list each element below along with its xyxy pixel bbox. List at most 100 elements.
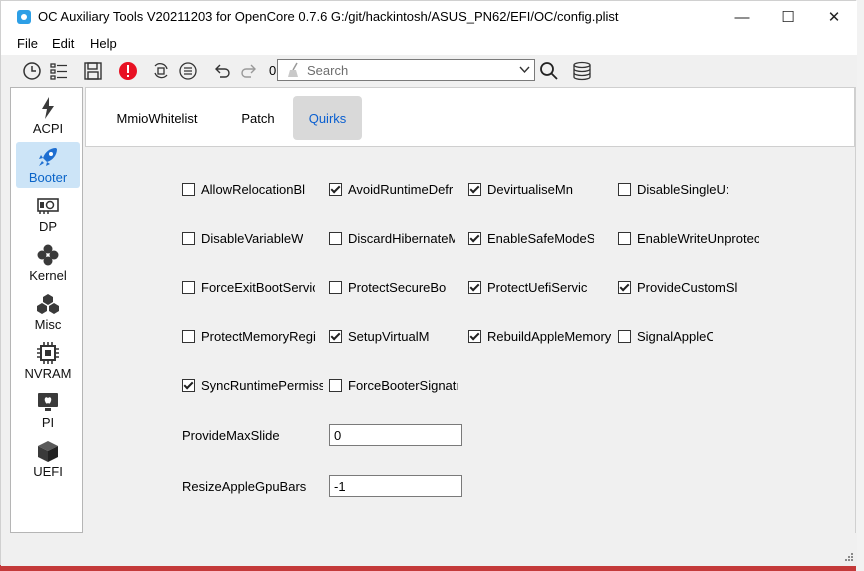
clock-icon xyxy=(23,62,41,80)
checkbox[interactable] xyxy=(468,182,481,196)
error-button[interactable] xyxy=(116,59,140,83)
bolt-icon xyxy=(42,97,54,119)
tab-quirks[interactable]: Quirks xyxy=(293,96,362,140)
tab-patch[interactable]: Patch xyxy=(228,96,288,140)
menu-help[interactable]: Help xyxy=(90,36,117,51)
sidebar: ACPI Booter DP Kernel Misc NVRAM PI UEFI xyxy=(10,87,83,533)
checkbox[interactable] xyxy=(618,182,631,196)
quirk-checkbox[interactable]: EnableSafeModeS xyxy=(468,230,594,246)
checkbox[interactable] xyxy=(618,329,631,343)
quirk-checkbox[interactable]: AllowRelocationBl xyxy=(182,181,305,197)
checkbox-label: AllowRelocationBl xyxy=(201,181,305,197)
checkbox[interactable] xyxy=(468,329,481,343)
chip-icon xyxy=(37,342,59,364)
sidebar-item-label: Kernel xyxy=(29,268,67,283)
menu-edit[interactable]: Edit xyxy=(52,36,74,51)
sidebar-item-kernel[interactable]: Kernel xyxy=(16,240,80,286)
quirk-checkbox[interactable]: AvoidRuntimeDefr xyxy=(329,181,453,197)
close-button[interactable]: ✕ xyxy=(811,1,857,33)
checkbox[interactable] xyxy=(329,231,342,245)
search-button[interactable] xyxy=(537,59,561,83)
checkbox[interactable] xyxy=(182,378,195,392)
quirk-checkbox[interactable]: DisableVariableW xyxy=(182,230,303,246)
checkbox[interactable] xyxy=(618,280,631,294)
status-area xyxy=(1,533,857,566)
list-button[interactable] xyxy=(47,59,71,83)
quirk-checkbox[interactable]: SignalAppleC xyxy=(618,328,713,344)
menu-bar: File Edit Help xyxy=(1,33,857,55)
save-icon xyxy=(84,62,102,80)
undo-icon xyxy=(215,64,230,78)
open-recent-button[interactable] xyxy=(20,59,44,83)
quirk-checkbox[interactable]: RebuildAppleMemory xyxy=(468,328,611,344)
refresh-doc-icon xyxy=(154,63,168,79)
redo-icon xyxy=(241,64,256,78)
redo-button[interactable] xyxy=(237,59,261,83)
checkbox[interactable] xyxy=(329,329,342,343)
quirk-checkbox[interactable]: DiscardHibernateM xyxy=(329,230,455,246)
broom-icon xyxy=(288,62,298,77)
checkbox-label: ProtectSecureBo xyxy=(348,279,447,295)
checkbox[interactable] xyxy=(329,378,342,392)
list-icon xyxy=(50,63,67,80)
sidebar-item-acpi[interactable]: ACPI xyxy=(16,93,80,139)
provide-max-slide-label: ProvideMaxSlide xyxy=(182,428,280,443)
sidebar-item-pi[interactable]: PI xyxy=(16,387,80,433)
sidebar-item-nvram[interactable]: NVRAM xyxy=(16,338,80,384)
resize-apple-gpu-bars-input[interactable] xyxy=(329,475,462,497)
checkbox[interactable] xyxy=(182,182,195,196)
checkbox-label: ProvideCustomSl xyxy=(637,279,737,295)
database-button[interactable] xyxy=(570,59,594,83)
checkbox[interactable] xyxy=(468,280,481,294)
quirk-checkbox[interactable]: DisableSingleU: xyxy=(618,181,728,197)
search-input[interactable]: Search xyxy=(277,59,535,81)
checkbox[interactable] xyxy=(329,182,342,196)
quirk-checkbox[interactable]: ForceExitBootServic xyxy=(182,279,315,295)
checkbox[interactable] xyxy=(182,329,195,343)
quirk-checkbox[interactable]: EnableWriteUnprotec xyxy=(618,230,759,246)
gpu-card-icon xyxy=(37,198,59,214)
checkbox[interactable] xyxy=(468,231,481,245)
chevron-down-icon[interactable] xyxy=(519,66,530,74)
search-placeholder: Search xyxy=(307,63,349,78)
quirk-checkbox[interactable]: ProtectUefiServic xyxy=(468,279,587,295)
checkbox-label: DisableSingleU: xyxy=(637,181,728,197)
resize-grip-icon[interactable] xyxy=(842,552,854,564)
checkbox[interactable] xyxy=(182,280,195,294)
checkbox[interactable] xyxy=(618,231,631,245)
sidebar-item-label: DP xyxy=(38,219,58,234)
sidebar-item-dp[interactable]: DP xyxy=(16,191,80,237)
undo-button[interactable] xyxy=(210,59,234,83)
quirk-checkbox[interactable]: DevirtualiseMn xyxy=(468,181,573,197)
quirk-checkbox[interactable]: ProtectSecureBo xyxy=(329,279,446,295)
quirk-checkbox[interactable]: SyncRuntimePermissi xyxy=(182,377,323,393)
provide-max-slide-input[interactable] xyxy=(329,424,462,446)
checkbox-label: SetupVirtualM xyxy=(348,328,430,344)
sidebar-item-label: UEFI xyxy=(33,464,63,479)
checkbox-label: EnableSafeModeS xyxy=(487,230,594,246)
checkbox-label: AvoidRuntimeDefr xyxy=(348,181,453,197)
quirk-checkbox[interactable]: ProvideCustomSl xyxy=(618,279,737,295)
checkbox-label: ProtectUefiServic xyxy=(487,279,587,295)
save-button[interactable] xyxy=(81,59,105,83)
maximize-button[interactable]: ☐ xyxy=(765,1,811,33)
rocket-icon xyxy=(39,148,57,166)
app-logo-icon xyxy=(17,10,31,24)
quirk-checkbox[interactable]: ProtectMemoryRegi xyxy=(182,328,316,344)
window-title: OC Auxiliary Tools V20211203 for OpenCor… xyxy=(38,9,619,24)
checkbox[interactable] xyxy=(182,231,195,245)
cube-icon xyxy=(38,441,58,462)
sidebar-item-booter[interactable]: Booter xyxy=(16,142,80,188)
kernel-icon xyxy=(37,244,59,266)
quirk-checkbox[interactable]: SetupVirtualM xyxy=(329,328,429,344)
minimize-button[interactable]: — xyxy=(719,1,765,33)
sidebar-item-uefi[interactable]: UEFI xyxy=(16,436,80,482)
search-icon xyxy=(540,62,558,80)
checklist-button[interactable] xyxy=(176,59,200,83)
sidebar-item-misc[interactable]: Misc xyxy=(16,289,80,335)
tab-mmiowhitelist[interactable]: MmioWhitelist xyxy=(104,96,210,140)
checkbox[interactable] xyxy=(329,280,342,294)
quirk-checkbox[interactable]: ForceBooterSignatı xyxy=(329,377,458,393)
menu-file[interactable]: File xyxy=(17,36,38,51)
refresh-check-button[interactable] xyxy=(149,59,173,83)
